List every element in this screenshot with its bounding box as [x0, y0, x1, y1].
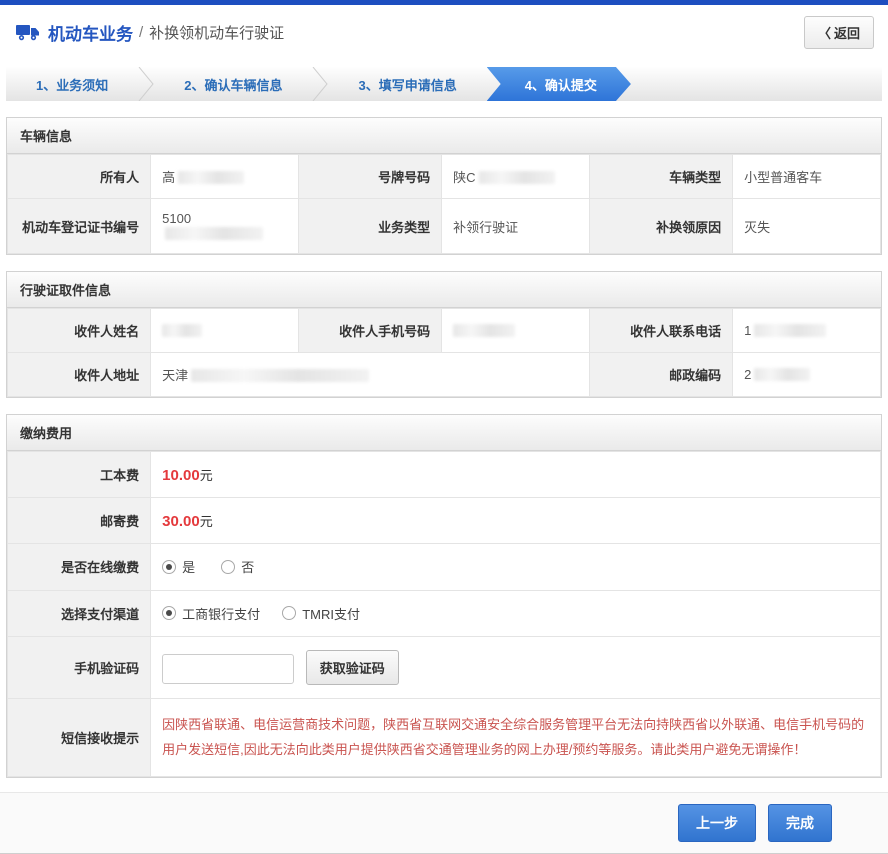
recipient-mobile-label: 收件人手机号码 — [299, 309, 442, 353]
table-row: 收件人地址 天津 邮政编码 2 — [8, 353, 881, 397]
pickup-section-title: 行驶证取件信息 — [7, 272, 881, 308]
registration-no-label: 机动车登记证书编号 — [8, 199, 151, 254]
business-type-value: 补领行驶证 — [442, 199, 590, 254]
recipient-name-value — [151, 309, 299, 353]
pay-channel-label: 选择支付渠道 — [8, 590, 151, 637]
reason-label: 补换领原因 — [590, 199, 733, 254]
table-row: 手机验证码 获取验证码 — [8, 637, 881, 699]
registration-no-value: 5100 — [151, 199, 299, 254]
footer-actions: 上一步 完成 — [0, 792, 888, 854]
table-row: 短信接收提示 因陕西省联通、电信运营商技术问题，陕西省互联网交通安全综合服务管理… — [8, 699, 881, 777]
online-pay-label: 是否在线缴费 — [8, 544, 151, 591]
tab-step-1-label: 1、业务须知 — [36, 75, 108, 94]
table-row: 工本费 10.00元 — [8, 452, 881, 498]
step-tabbar: 1、业务须知 2、确认车辆信息 3、填写申请信息 4、确认提交 — [6, 67, 882, 101]
table-row: 收件人姓名 收件人手机号码 收件人联系电话 1 — [8, 309, 881, 353]
plate-label: 号牌号码 — [299, 155, 442, 199]
redacted-value — [754, 368, 810, 381]
online-pay-options: 是 否 — [151, 544, 881, 591]
tab-step-2[interactable]: 2、确认车辆信息 — [154, 67, 312, 101]
cost-fee-value: 10.00元 — [151, 452, 881, 498]
vehicle-type-value: 小型普通客车 — [733, 155, 881, 199]
owner-label: 所有人 — [8, 155, 151, 199]
cost-fee-label: 工本费 — [8, 452, 151, 498]
back-button-label: 返回 — [834, 23, 860, 42]
table-row: 选择支付渠道 工商银行支付 TMRI支付 — [8, 590, 881, 637]
sms-code-input[interactable] — [162, 654, 294, 684]
recipient-address-value: 天津 — [151, 353, 590, 397]
redacted-value — [453, 324, 515, 337]
table-row: 机动车登记证书编号 5100 业务类型 补领行驶证 补换领原因 灭失 — [8, 199, 881, 254]
zipcode-value: 2 — [733, 353, 881, 397]
tab-step-2-label: 2、确认车辆信息 — [184, 75, 282, 94]
table-row: 是否在线缴费 是 否 — [8, 544, 881, 591]
redacted-value — [754, 324, 826, 337]
back-button[interactable]: 〈 返回 — [804, 16, 874, 49]
tab-step-4-active[interactable]: 4、确认提交 — [487, 67, 631, 101]
previous-step-button[interactable]: 上一步 — [678, 804, 756, 842]
redacted-value — [165, 227, 263, 240]
tab-separator-icon — [138, 67, 154, 101]
online-pay-yes-radio[interactable]: 是 — [162, 557, 195, 576]
zipcode-label: 邮政编码 — [590, 353, 733, 397]
vehicle-info-section: 车辆信息 所有人 高 号牌号码 陕C 车辆类型 小型普通客车 机动车登记证书编号… — [6, 117, 882, 255]
pay-channel-options: 工商银行支付 TMRI支付 — [151, 590, 881, 637]
table-row: 邮寄费 30.00元 — [8, 498, 881, 544]
owner-value: 高 — [151, 155, 299, 199]
get-code-button[interactable]: 获取验证码 — [306, 650, 399, 685]
radio-unchecked-icon — [282, 606, 296, 620]
online-pay-yes-label: 是 — [182, 557, 195, 576]
radio-checked-icon — [162, 606, 176, 620]
channel-tmri-label: TMRI支付 — [302, 604, 360, 623]
postage-fee-label: 邮寄费 — [8, 498, 151, 544]
payment-section-title: 缴纳费用 — [7, 415, 881, 451]
tab-step-4-label: 4、确认提交 — [525, 75, 597, 94]
online-pay-no-radio[interactable]: 否 — [221, 557, 254, 576]
channel-icbc-radio[interactable]: 工商银行支付 — [162, 604, 260, 623]
page-subtitle: 补换领机动车行驶证 — [149, 22, 284, 43]
vehicle-type-label: 车辆类型 — [590, 155, 733, 199]
tab-step-3[interactable]: 3、填写申请信息 — [328, 67, 486, 101]
tab-separator-icon — [312, 67, 328, 101]
tab-step-3-label: 3、填写申请信息 — [358, 75, 456, 94]
reason-value: 灭失 — [733, 199, 881, 254]
redacted-value — [178, 171, 244, 184]
redacted-value — [479, 171, 555, 184]
truck-icon — [16, 24, 40, 41]
radio-unchecked-icon — [221, 560, 235, 574]
channel-tmri-radio[interactable]: TMRI支付 — [282, 604, 360, 623]
postage-fee-value: 30.00元 — [151, 498, 881, 544]
payment-section: 缴纳费用 工本费 10.00元 邮寄费 30.00元 是否在线缴费 是 否 选择… — [6, 414, 882, 778]
recipient-mobile-value — [442, 309, 590, 353]
recipient-phone-value: 1 — [733, 309, 881, 353]
recipient-name-label: 收件人姓名 — [8, 309, 151, 353]
sms-code-row: 获取验证码 — [151, 637, 881, 699]
recipient-address-label: 收件人地址 — [8, 353, 151, 397]
sms-notice-text: 因陕西省联通、电信运营商技术问题，陕西省互联网交通安全综合服务管理平台无法向持陕… — [151, 699, 881, 777]
business-type-label: 业务类型 — [299, 199, 442, 254]
recipient-phone-label: 收件人联系电话 — [590, 309, 733, 353]
table-row: 所有人 高 号牌号码 陕C 车辆类型 小型普通客车 — [8, 155, 881, 199]
breadcrumb-divider: / — [139, 24, 143, 41]
radio-checked-icon — [162, 560, 176, 574]
sms-code-label: 手机验证码 — [8, 637, 151, 699]
chevron-left-icon: 〈 — [818, 23, 831, 42]
finish-button[interactable]: 完成 — [768, 804, 832, 842]
channel-icbc-label: 工商银行支付 — [182, 604, 260, 623]
tab-step-1[interactable]: 1、业务须知 — [6, 67, 138, 101]
plate-value: 陕C — [442, 155, 590, 199]
online-pay-no-label: 否 — [241, 557, 254, 576]
page-header: 机动车业务 / 补换领机动车行驶证 〈 返回 — [0, 5, 888, 59]
sms-notice-label: 短信接收提示 — [8, 699, 151, 777]
vehicle-section-title: 车辆信息 — [7, 118, 881, 154]
pickup-info-section: 行驶证取件信息 收件人姓名 收件人手机号码 收件人联系电话 1 收件人地址 天津… — [6, 271, 882, 398]
page-title: 机动车业务 — [48, 20, 133, 45]
redacted-value — [162, 324, 202, 337]
redacted-value — [191, 369, 369, 382]
